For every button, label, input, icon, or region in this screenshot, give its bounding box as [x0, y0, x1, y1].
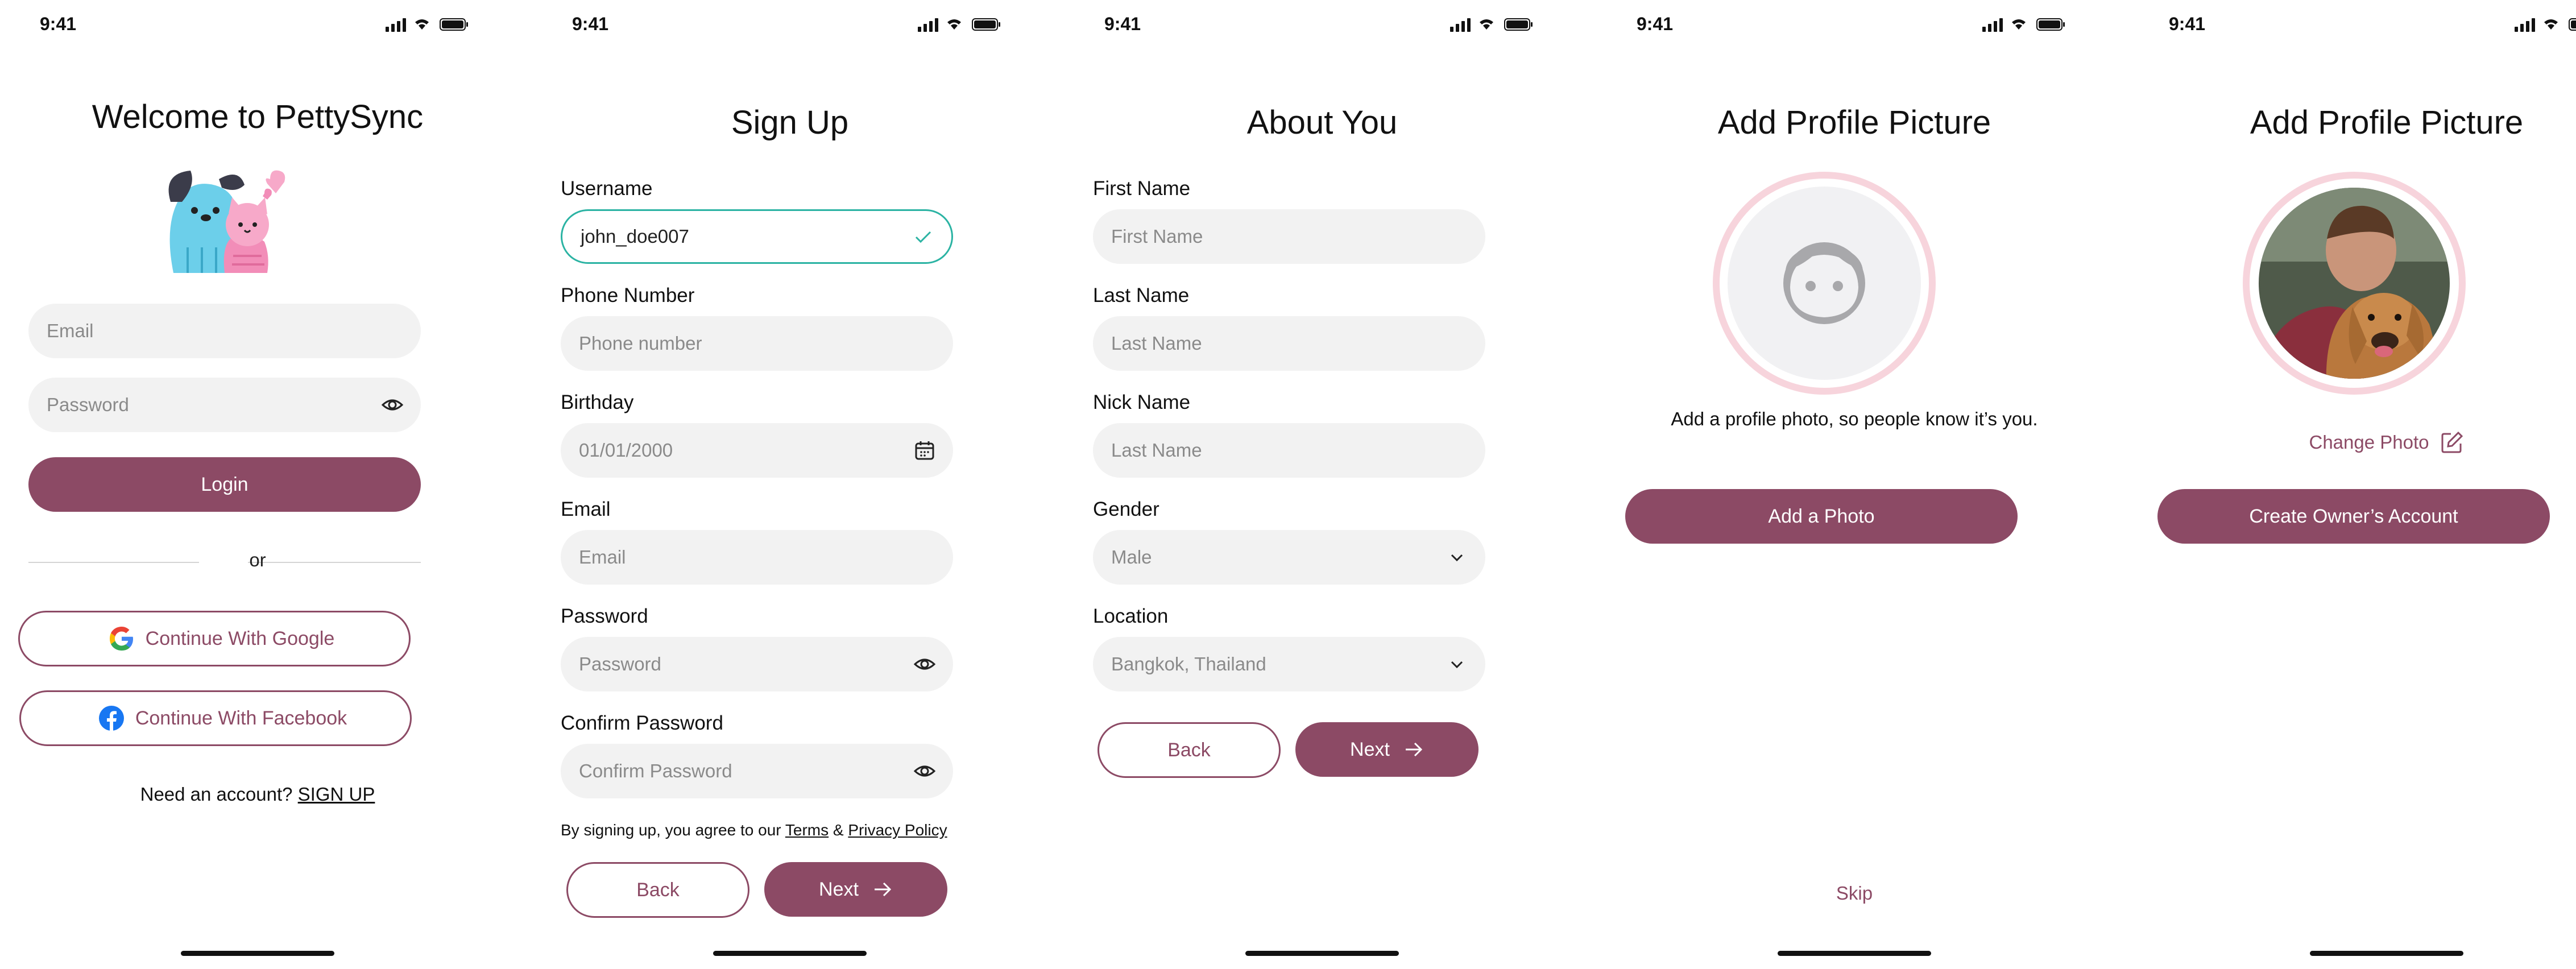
terms-link[interactable]: Terms	[785, 821, 829, 839]
eye-icon[interactable]	[913, 760, 936, 782]
gender-value: Male	[1111, 546, 1152, 568]
page-title: Welcome to PettySync	[92, 98, 424, 135]
status-time: 9:41	[40, 14, 77, 34]
last-name-label: Last Name	[1093, 284, 1190, 307]
add-photo-button[interactable]: Add a Photo	[1625, 489, 2018, 544]
username-value: john_doe007	[581, 226, 689, 247]
signup-link[interactable]: SIGN UP	[298, 784, 375, 805]
username-input[interactable]: john_doe007	[561, 209, 953, 264]
location-value: Bangkok, Thailand	[1111, 653, 1266, 674]
next-button-label: Next	[819, 878, 859, 900]
password-placeholder: Password	[579, 653, 661, 674]
birthday-value: 01/01/2000	[579, 440, 673, 461]
continue-with-google-button[interactable]: Continue With Google	[18, 611, 411, 666]
arrow-right-icon	[1405, 742, 1423, 757]
about-you-screen: 9:41 About You First Name First Name Las…	[1065, 0, 1580, 969]
confirm-password-placeholder: Confirm Password	[579, 760, 732, 781]
calendar-icon[interactable]	[913, 439, 936, 462]
edit-icon	[2441, 431, 2463, 453]
password-input[interactable]: Password	[28, 378, 421, 432]
first-name-label: First Name	[1093, 177, 1191, 200]
home-indicator	[2310, 951, 2463, 956]
nick-name-label: Nick Name	[1093, 391, 1191, 413]
confirm-password-input[interactable]: Confirm Password	[561, 744, 953, 798]
back-button[interactable]: Back	[566, 862, 749, 918]
terms-prefix: By signing up, you agree to our	[561, 821, 781, 839]
gender-select[interactable]: Male	[1093, 530, 1485, 585]
terms-amp: &	[833, 821, 844, 839]
google-button-label: Continue With Google	[145, 627, 335, 649]
back-button[interactable]: Back	[1098, 722, 1281, 778]
page-title: Add Profile Picture	[1717, 104, 1991, 141]
home-indicator	[713, 951, 867, 956]
last-name-input[interactable]: Last Name	[1093, 316, 1485, 371]
home-indicator	[1245, 951, 1399, 956]
google-icon	[109, 627, 133, 651]
avatar-placeholder[interactable]	[1712, 171, 1937, 396]
add-profile-picture-screen: 9:41 Add Profile Picture Add a profile p…	[1597, 0, 2112, 969]
chevron-down-icon	[1451, 554, 1463, 562]
next-button-label: Next	[1350, 738, 1390, 760]
nick-name-input[interactable]: Last Name	[1093, 423, 1485, 478]
pets-mascot-illustration	[168, 170, 285, 273]
eye-icon[interactable]	[913, 653, 936, 676]
next-button[interactable]: Next	[764, 862, 947, 917]
phone-label: Phone Number	[561, 284, 695, 307]
chevron-down-icon	[1451, 661, 1463, 669]
signup-prompt: Need an account? SIGN UP	[0, 784, 515, 805]
password-input[interactable]: Password	[561, 637, 953, 691]
arrow-right-icon	[874, 882, 892, 897]
page-title: Add Profile Picture	[2250, 104, 2524, 141]
checkmark-icon	[915, 231, 931, 243]
signup-screen: 9:41 Sign Up Username john_doe007 Phone …	[532, 0, 1047, 969]
status-icons	[918, 18, 1000, 32]
first-name-input[interactable]: First Name	[1093, 209, 1485, 264]
status-time: 9:41	[2169, 14, 2206, 34]
skip-link[interactable]: Skip	[1597, 883, 2112, 904]
page-title: Sign Up	[731, 104, 849, 141]
email-input[interactable]: Email	[561, 530, 953, 585]
password-label: Password	[561, 605, 648, 627]
status-icons	[1450, 18, 1533, 32]
next-button[interactable]: Next	[1295, 722, 1478, 777]
gender-label: Gender	[1093, 498, 1159, 520]
eye-icon[interactable]	[381, 394, 404, 416]
home-indicator	[181, 951, 334, 956]
person-face-icon	[1783, 242, 1865, 324]
login-screen: 9:41 Welcome to PettySync Email Password…	[0, 0, 515, 969]
continue-with-facebook-button[interactable]: Continue With Facebook	[19, 690, 412, 746]
birthday-input[interactable]: 01/01/2000	[561, 423, 953, 478]
status-icons	[1982, 18, 2065, 32]
location-select[interactable]: Bangkok, Thailand	[1093, 637, 1485, 691]
page-title: About You	[1246, 104, 1398, 141]
confirm-password-label: Confirm Password	[561, 712, 723, 734]
status-time: 9:41	[1637, 14, 1674, 34]
status-icons	[2515, 18, 2576, 32]
status-icons	[386, 18, 468, 32]
home-indicator	[1778, 951, 1931, 956]
username-label: Username	[561, 177, 653, 200]
birthday-label: Birthday	[561, 391, 634, 413]
login-button[interactable]: Login	[28, 457, 421, 512]
facebook-button-label: Continue With Facebook	[135, 707, 347, 729]
change-photo-link[interactable]: Change Photo	[2129, 430, 2576, 455]
email-label: Email	[561, 498, 611, 520]
or-divider-text: or	[249, 549, 266, 570]
facebook-icon	[98, 706, 124, 731]
change-photo-label: Change Photo	[2309, 432, 2429, 453]
email-input[interactable]: Email	[28, 304, 421, 358]
phone-input[interactable]: Phone number	[561, 316, 953, 371]
location-label: Location	[1093, 605, 1169, 627]
signup-prompt-text: Need an account?	[140, 784, 293, 805]
terms-notice: By signing up, you agree to our Terms & …	[561, 821, 947, 839]
password-placeholder: Password	[47, 394, 129, 415]
profile-photo[interactable]	[2242, 171, 2467, 396]
profile-picture-selected-screen: 9:41 Add Profile Picture Change Photo Cr…	[2129, 0, 2576, 969]
create-owner-account-button[interactable]: Create Owner’s Account	[2157, 489, 2550, 544]
status-time: 9:41	[1104, 14, 1141, 34]
status-time: 9:41	[572, 14, 609, 34]
add-photo-description: Add a profile photo, so people know it’s…	[1671, 408, 2038, 429]
privacy-policy-link[interactable]: Privacy Policy	[848, 821, 947, 839]
